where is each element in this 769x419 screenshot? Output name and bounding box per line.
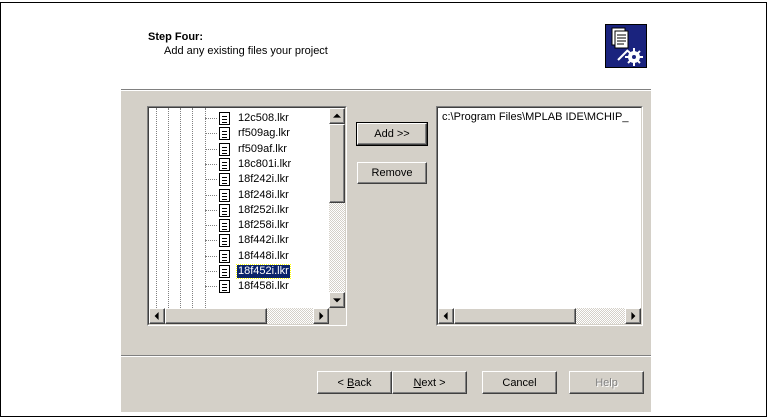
back-mnemonic: B [347, 376, 355, 389]
tree-item-label: 18f442i.lkr [238, 234, 289, 247]
tree-connector [205, 240, 217, 242]
tree-item-label: 18c801i.lkr [238, 157, 292, 170]
tree-item-label: 18f258i.lkr [238, 219, 289, 232]
file-icon [219, 112, 230, 125]
tree-item-label: rf509ag.lkr [238, 127, 290, 140]
remove-button[interactable]: Remove [357, 162, 427, 184]
tree-connector [205, 271, 217, 272]
tree-item[interactable]: 18f442i.lkr [205, 233, 290, 248]
tree-item[interactable]: rf509af.lkr [205, 142, 288, 157]
file-icon [219, 234, 230, 248]
scroll-down-button[interactable] [329, 292, 345, 308]
scroll-left-button[interactable] [149, 308, 165, 324]
file-icon [219, 249, 230, 263]
tree-connector [205, 163, 217, 165]
wizard-footer: < Back Next > Cancel Help [121, 357, 651, 412]
tree-item[interactable]: 18c801i.lkr [205, 157, 292, 172]
tree-item-label: 18f252i.lkr [238, 203, 289, 216]
arrow-left-icon [154, 312, 159, 320]
file-icon [219, 127, 230, 141]
tree-connector [205, 133, 217, 135]
tree-item[interactable]: 18f458i.lkr [205, 279, 290, 294]
tree-item[interactable]: 18f448i.lkr [205, 249, 290, 264]
file-icon [219, 173, 230, 187]
hscroll-thumb[interactable] [165, 308, 267, 324]
tree-item[interactable]: 18f258i.lkr [205, 218, 290, 233]
project-files-list[interactable]: c:\Program Files\MPLAB IDE\MCHIP_ [436, 106, 643, 326]
tree-item[interactable]: 18f242i.lkr [205, 172, 290, 187]
step-title: Step Four: [148, 31, 203, 43]
arrow-right-icon [631, 312, 636, 320]
tree-item-label: 18f242i.lkr [238, 173, 289, 186]
back-rest: ack [354, 376, 372, 389]
tree-item-label: 18f248i.lkr [238, 188, 289, 201]
scroll-right-button[interactable] [313, 308, 329, 324]
tree-connector [205, 209, 217, 211]
add-button[interactable]: Add >> [356, 122, 428, 146]
tree-item[interactable]: rf509ag.lkr [205, 126, 291, 141]
file-tree[interactable]: 12c508.lkr rf509ag.lkr rf509af.lkr 18c801i.… [147, 106, 347, 326]
project-file-item[interactable]: c:\Program Files\MPLAB IDE\MCHIP_ [442, 111, 628, 123]
tree-item[interactable]: 18f248i.lkr [205, 188, 290, 203]
tree-item-label: rf509af.lkr [238, 142, 287, 155]
scroll-corner [329, 308, 345, 324]
back-prefix: < [337, 376, 347, 389]
file-icon [219, 280, 230, 294]
file-icon [219, 265, 230, 278]
scroll-thumb[interactable] [329, 124, 345, 203]
file-tree-vscrollbar[interactable] [329, 108, 345, 308]
step-description: Add any existing files your project [164, 45, 328, 57]
tree-connector [205, 225, 217, 227]
back-button[interactable]: < Back [317, 371, 392, 394]
tree-connector [205, 148, 217, 150]
file-icon [219, 188, 230, 202]
tree-item-label: 18f458i.lkr [238, 280, 289, 293]
file-tree-hscrollbar[interactable] [149, 308, 329, 324]
hscroll-thumb[interactable] [454, 308, 576, 324]
file-icon [219, 157, 230, 171]
tree-item[interactable]: 12c508.lkr [205, 111, 290, 126]
tree-item[interactable]: 18f452i.lkr [205, 264, 291, 279]
tree-connector [205, 179, 217, 181]
tree-item-label: 12c508.lkr [238, 112, 289, 124]
project-files-hscrollbar[interactable] [438, 308, 641, 324]
file-icon [219, 219, 230, 233]
tree-connector [205, 194, 217, 196]
next-rest: ext > [421, 376, 446, 389]
next-button[interactable]: Next > [392, 371, 467, 394]
arrow-right-icon [319, 312, 324, 320]
file-icon [219, 142, 230, 156]
arrow-down-icon [333, 298, 341, 303]
arrow-left-icon [443, 312, 448, 320]
tree-connector [205, 118, 217, 119]
tree-item[interactable]: 18f252i.lkr [205, 203, 290, 218]
tree-item-label: 18f448i.lkr [238, 249, 289, 262]
help-button[interactable]: Help [569, 371, 644, 394]
tree-item-label: 18f452i.lkr [236, 264, 291, 279]
wizard-settings-icon [605, 24, 647, 68]
file-tree-content: 12c508.lkr rf509ag.lkr rf509af.lkr 18c801i.… [149, 108, 329, 308]
arrow-up-icon [333, 113, 341, 118]
scroll-up-button[interactable] [329, 108, 345, 124]
scroll-left-button[interactable] [438, 308, 454, 324]
wizard-header: Step Four: Add any existing files your p… [121, 20, 651, 90]
cancel-button[interactable]: Cancel [482, 371, 557, 394]
next-mnemonic: N [413, 376, 422, 389]
wizard-body: 12c508.lkr rf509ag.lkr rf509af.lkr 18c801i.… [121, 91, 651, 355]
file-icon [219, 203, 230, 217]
tree-connector [205, 286, 217, 288]
tree-connector [205, 255, 217, 257]
scroll-right-button[interactable] [625, 308, 641, 324]
